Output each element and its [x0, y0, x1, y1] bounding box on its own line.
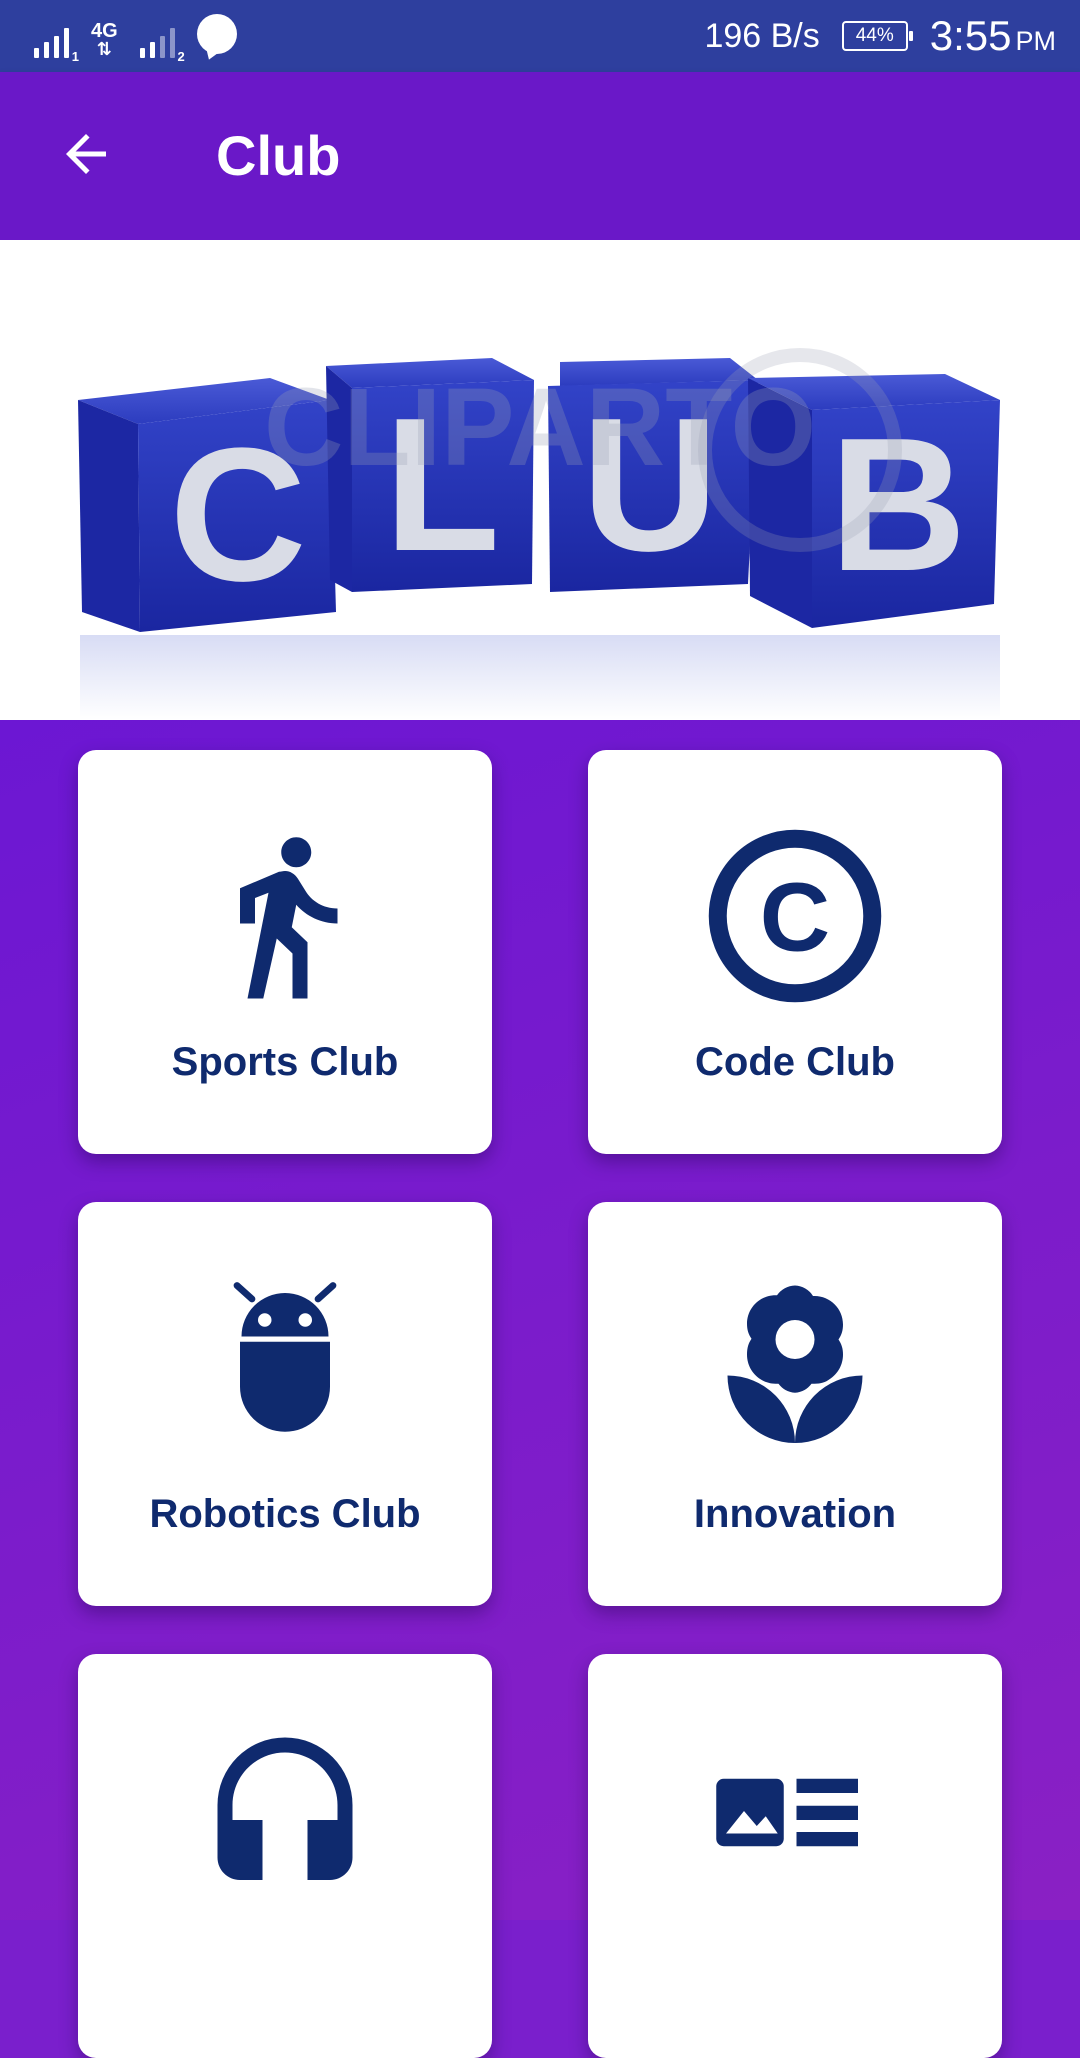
article-icon: [716, 1778, 858, 1847]
arrow-back-icon: [66, 134, 106, 174]
club-label: Code Club: [695, 1040, 895, 1084]
club-grid: Sports Club C Code Club Robotics Club In…: [0, 720, 1080, 2058]
walking-person-icon: [240, 837, 338, 999]
copyright-icon: C: [708, 829, 882, 1003]
svg-text:C: C: [760, 863, 830, 972]
club-card-robotics[interactable]: Robotics Club: [78, 1202, 492, 1606]
headphones-icon: [217, 1737, 353, 1880]
data-speed: 196 B/s: [704, 16, 820, 55]
network-type: 4G ⇅: [91, 20, 118, 59]
signal-sim1-icon: 1: [34, 28, 79, 64]
page-title: Club: [216, 124, 341, 187]
club-banner-image: C L U B CLIPARTO: [0, 240, 1080, 720]
club-label: Robotics Club: [149, 1492, 421, 1536]
battery-icon: 44%: [841, 21, 913, 51]
club-card-innovation[interactable]: Innovation: [588, 1202, 1002, 1606]
club-card-sports[interactable]: Sports Club: [78, 750, 492, 1154]
club-card-code[interactable]: C Code Club: [588, 750, 1002, 1154]
club-label: Innovation: [693, 1492, 897, 1536]
flower-icon: [727, 1285, 863, 1443]
android-icon: [233, 1282, 337, 1432]
app-bar: Club: [0, 72, 1080, 240]
back-button[interactable]: [56, 124, 116, 184]
clock: 3:55 PM: [929, 12, 1056, 59]
club-card-music[interactable]: [78, 1654, 492, 2058]
status-bar: 1 4G ⇅ 2 196 B/s 44% 3:55 PM: [0, 0, 1080, 72]
club-label: Sports Club: [171, 1040, 399, 1084]
message-notification-icon: [196, 14, 237, 54]
signal-sim2-icon: 2: [139, 28, 185, 64]
club-card-news[interactable]: [588, 1654, 1002, 2058]
